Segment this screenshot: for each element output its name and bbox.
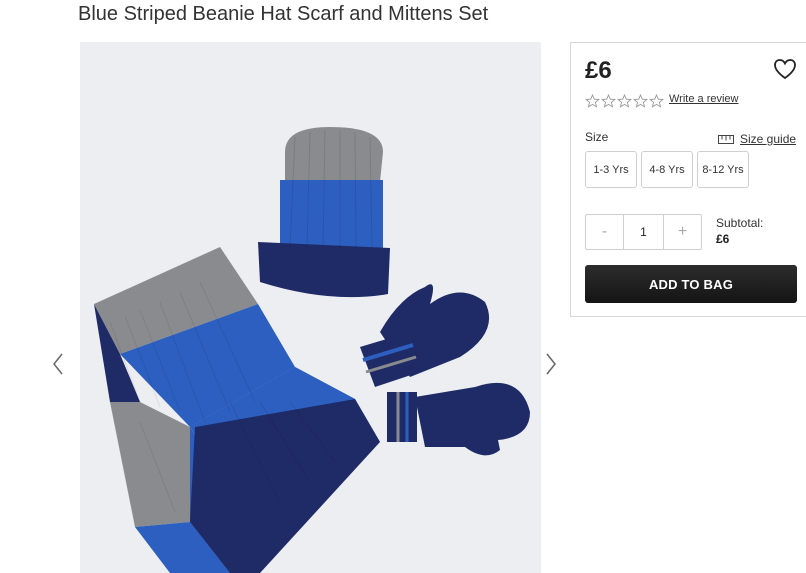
increment-button[interactable]: + <box>664 215 701 249</box>
heart-icon <box>774 59 796 80</box>
product-price: £6 <box>585 57 612 84</box>
product-title: Blue Striped Beanie Hat Scarf and Mitten… <box>78 3 489 25</box>
chevron-right-icon <box>546 353 556 375</box>
write-review-link[interactable]: Write a review <box>669 93 738 105</box>
previous-image-button[interactable] <box>48 350 68 378</box>
decrement-button[interactable]: - <box>586 215 623 249</box>
size-options: 1-3 Yrs 4-8 Yrs 8-12 Yrs <box>585 151 749 188</box>
subtotal-value: £6 <box>716 232 730 246</box>
product-image-gallery[interactable] <box>80 42 541 573</box>
ruler-icon <box>718 134 734 144</box>
chevron-left-icon <box>53 353 63 375</box>
size-guide-link[interactable]: Size guide <box>718 132 796 146</box>
quantity-stepper: - + <box>585 214 702 250</box>
subtotal-label: Subtotal: <box>716 216 764 230</box>
star-outline-icon <box>585 94 600 108</box>
star-outline-icon <box>617 94 632 108</box>
quantity-input[interactable] <box>623 215 664 249</box>
purchase-panel: £6 Write a review Size Size guide 1-3 Yr… <box>570 42 806 317</box>
star-rating <box>585 94 664 108</box>
next-image-button[interactable] <box>541 350 561 378</box>
size-option-4-8-yrs[interactable]: 4-8 Yrs <box>641 151 693 188</box>
size-label: Size <box>585 130 609 144</box>
favorite-button[interactable] <box>772 57 798 81</box>
star-outline-icon <box>649 94 664 108</box>
add-to-bag-button[interactable]: ADD TO BAG <box>585 265 797 303</box>
size-guide-label: Size guide <box>740 132 797 146</box>
star-outline-icon <box>601 94 616 108</box>
size-option-8-12-yrs[interactable]: 8-12 Yrs <box>697 151 749 188</box>
size-option-1-3-yrs[interactable]: 1-3 Yrs <box>585 151 637 188</box>
star-outline-icon <box>633 94 648 108</box>
product-image <box>80 42 541 573</box>
